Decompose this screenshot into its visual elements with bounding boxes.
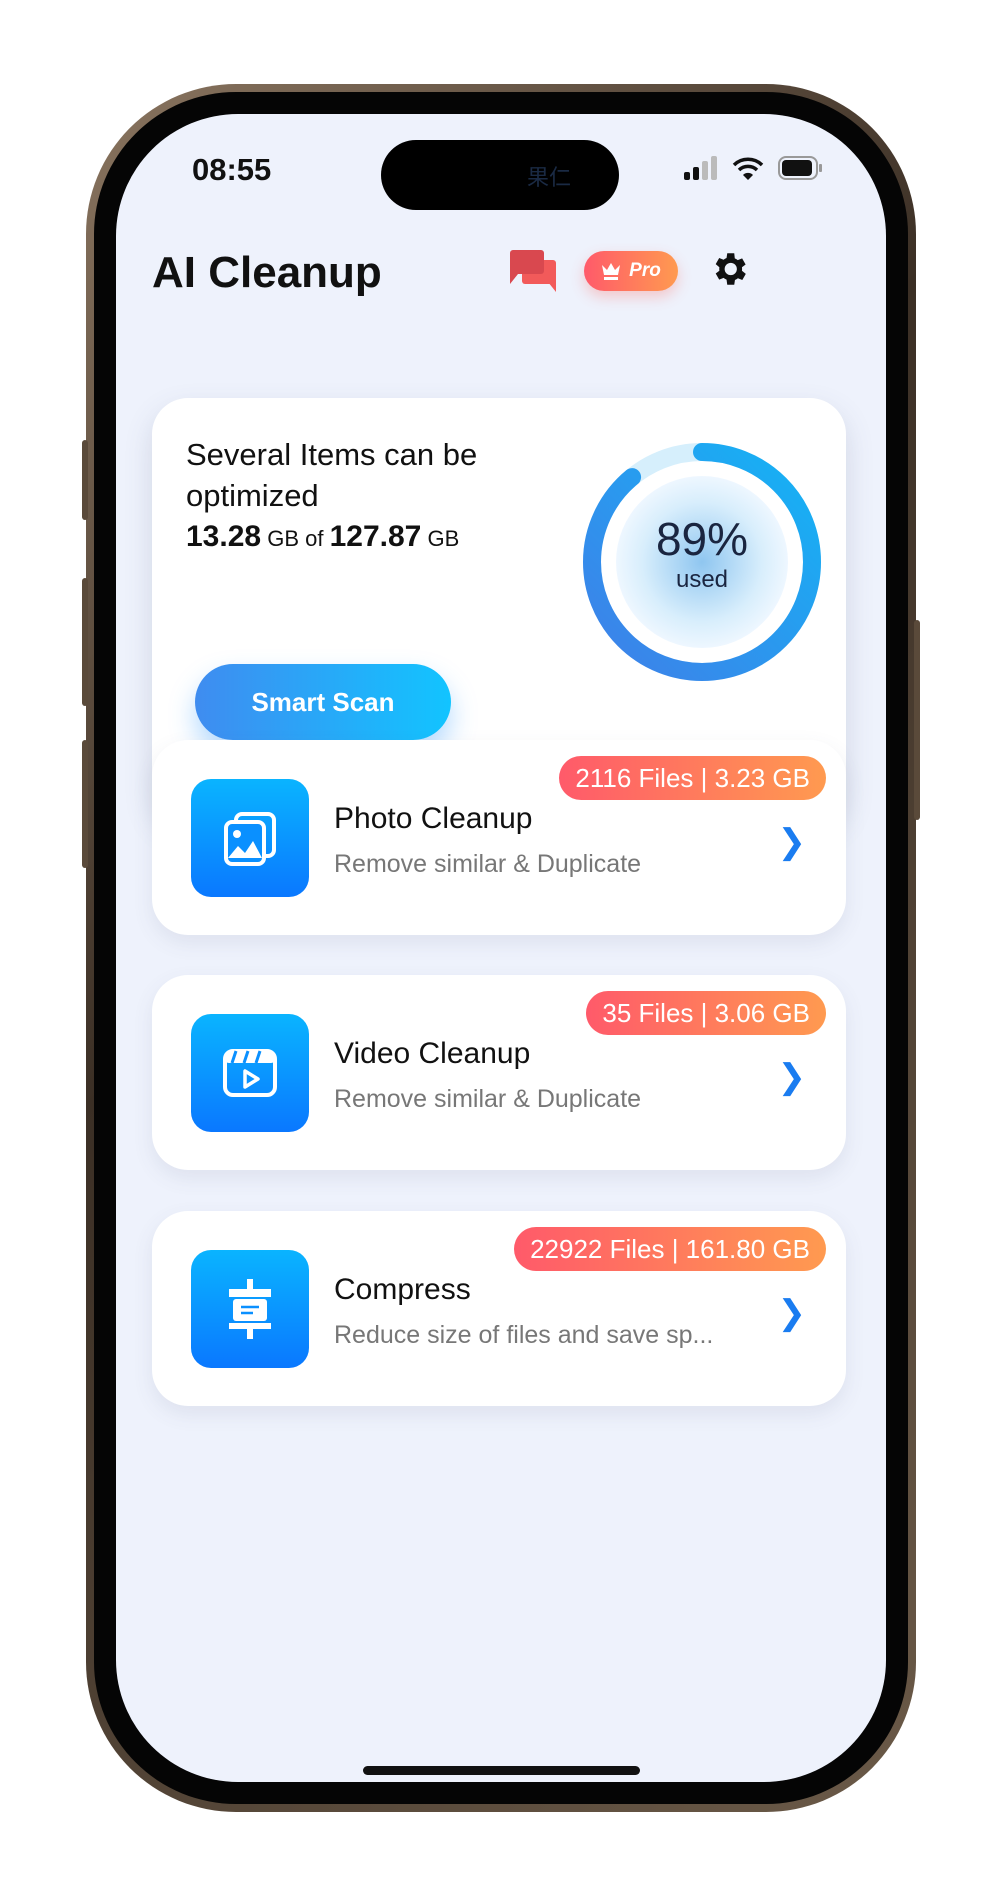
card-title: Video Cleanup: [334, 1037, 531, 1070]
video-cleanup-card[interactable]: Video Cleanup Remove similar & Duplicate…: [152, 975, 846, 1170]
pro-button[interactable]: Pro: [584, 251, 678, 291]
used-value: 13.28: [186, 520, 262, 553]
power-button: [914, 620, 920, 820]
smart-scan-button[interactable]: Smart Scan: [195, 664, 451, 740]
chevron-right-icon: ❯: [777, 1058, 807, 1096]
home-indicator[interactable]: [363, 1766, 640, 1775]
usage-readout: 89% used: [582, 512, 822, 594]
phone-frame: 果仁 08:55 AI Cleanup Pro Several Items ca…: [86, 84, 916, 1812]
page-title: AI Cleanup: [152, 248, 382, 297]
card-title: Compress: [334, 1273, 471, 1306]
chevron-right-icon: ❯: [777, 1294, 807, 1332]
files-badge: 2116 Files | 3.23 GB: [559, 756, 826, 800]
of-label: of: [305, 526, 324, 551]
usage-percent: 89%: [655, 513, 749, 565]
card-subtitle: Remove similar & Duplicate: [334, 1085, 642, 1113]
screen: 果仁 08:55 AI Cleanup Pro Several Items ca…: [116, 114, 886, 1782]
crown-icon: [602, 263, 621, 280]
compress-card[interactable]: Compress Reduce size of files and save s…: [152, 1211, 846, 1406]
files-badge: 22922 Files | 161.80 GB: [514, 1227, 826, 1271]
files-badge: 35 Files | 3.06 GB: [586, 991, 826, 1035]
feedback-chat-icon[interactable]: [510, 250, 558, 294]
card-subtitle: Reduce size of files and save sp...: [334, 1321, 714, 1349]
status-time: 08:55: [192, 152, 272, 187]
storage-usage: 13.28 GB of 127.87 GB: [186, 520, 459, 554]
chevron-right-icon: ❯: [777, 823, 807, 861]
pro-label: Pro: [629, 260, 661, 281]
photo-cleanup-card[interactable]: Photo Cleanup Remove similar & Duplicate…: [152, 740, 846, 935]
storage-title: Several Items can be optimized: [186, 437, 478, 513]
battery-icon: [778, 156, 822, 180]
total-unit: GB: [427, 526, 460, 551]
wifi-icon: [732, 157, 764, 180]
volume-up-button: [82, 578, 88, 706]
settings-gear-icon[interactable]: [708, 248, 750, 290]
status-icons: [684, 156, 824, 180]
mute-switch: [82, 440, 88, 520]
card-title: Photo Cleanup: [334, 802, 533, 835]
volume-down-button: [82, 740, 88, 868]
video-icon: [191, 1014, 309, 1132]
card-subtitle: Remove similar & Duplicate: [334, 850, 642, 878]
total-value: 127.87: [329, 520, 422, 553]
used-unit: GB: [267, 526, 299, 551]
signal-icon: [684, 156, 717, 180]
compress-icon: [191, 1250, 309, 1368]
usage-label: used: [675, 566, 729, 593]
island-overlay-text: 果仁: [526, 166, 571, 191]
bezel: 果仁 08:55 AI Cleanup Pro Several Items ca…: [94, 92, 908, 1804]
dynamic-island: 果仁: [381, 140, 619, 210]
photos-icon: [191, 779, 309, 897]
